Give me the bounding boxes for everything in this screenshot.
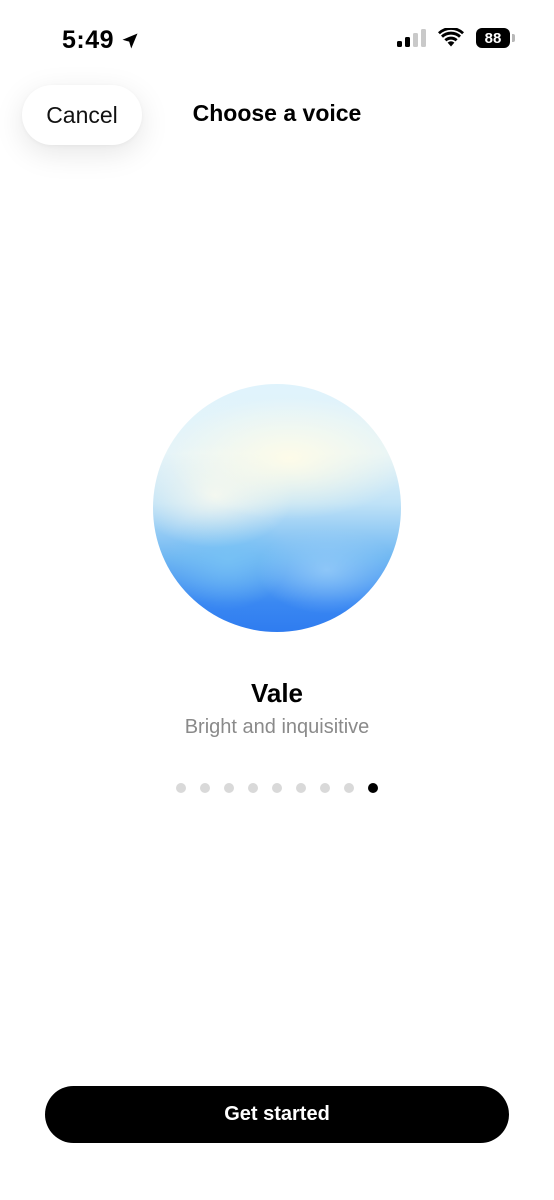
battery-icon: 88 [476, 28, 515, 48]
page-dot[interactable] [296, 783, 306, 793]
page-dot[interactable] [248, 783, 258, 793]
location-arrow-icon [122, 33, 138, 48]
status-bar: 5:49 88 [0, 0, 554, 80]
page-dot[interactable] [272, 783, 282, 793]
page-title: Choose a voice [192, 100, 362, 126]
voice-orb[interactable] [153, 384, 401, 632]
page-dot[interactable] [176, 783, 186, 793]
cellular-signal-icon [397, 29, 426, 47]
get-started-button[interactable]: Get started [45, 1086, 509, 1143]
voice-description: Bright and inquisitive [184, 716, 370, 738]
page-dot[interactable] [368, 783, 378, 793]
wifi-icon [438, 28, 464, 47]
page-dot[interactable] [320, 783, 330, 793]
page-dot[interactable] [344, 783, 354, 793]
status-time: 5:49 [62, 26, 140, 55]
battery-level: 88 [484, 29, 502, 47]
status-time-text: 5:49 [62, 26, 115, 54]
page-dot[interactable] [200, 783, 210, 793]
page-indicator [0, 783, 554, 793]
status-indicators: 88 [397, 28, 515, 48]
voice-name: Vale [250, 678, 304, 708]
page-dot[interactable] [224, 783, 234, 793]
